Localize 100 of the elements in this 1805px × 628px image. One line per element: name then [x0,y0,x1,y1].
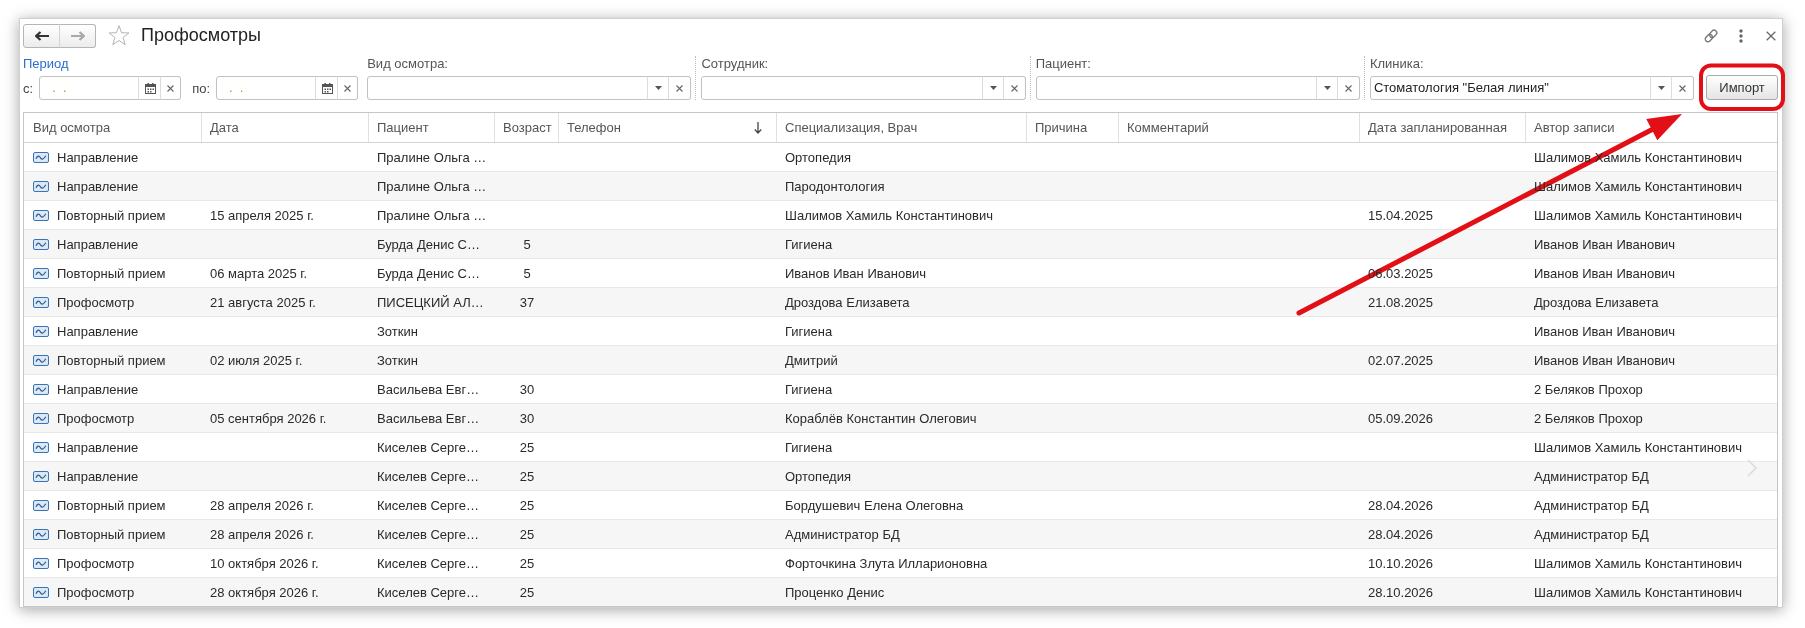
exam-type: Направление [57,439,139,455]
dropdown-button[interactable] [1315,76,1338,100]
patient-name: Киселев Серге… [377,526,479,542]
document-icon [33,325,49,337]
table-row[interactable]: Направление Бурда Денис С… 5 Гигиена Иванов Иван Иванович [24,230,1777,259]
more-icon[interactable] [1739,28,1743,43]
author-name: Иванов Иван Иванович [1534,236,1676,252]
column-header[interactable]: Дата [202,113,369,142]
exam-date: 15 апреля 2025 г. [210,207,314,223]
author-name: Администратор БД [1534,497,1649,513]
exam-type: Профосмотр [57,584,135,600]
planned-date: 28.04.2026 [1368,526,1434,542]
calendar-button[interactable] [138,76,162,100]
column-header[interactable]: Пациент [369,113,495,142]
clear-button[interactable] [1002,76,1026,100]
doctor-name: Проценко Денис [785,584,885,600]
clear-button[interactable] [1671,76,1695,100]
clear-icon [167,84,175,92]
column-header[interactable]: Причина [1027,113,1119,142]
column-header[interactable]: Специализация, Врач [777,113,1027,142]
exam-type: Повторный прием [57,265,166,281]
table-row[interactable]: Повторный прием 28 апреля 2026 г. Киселев Серге… 25 Администратор БД 28.04.2026 Администратор БД [24,520,1777,549]
table-row[interactable]: Повторный прием 02 июля 2025 г. Зоткин Дмитрий 02.07.2025 Иванов Иван Иванович [24,346,1777,375]
column-header[interactable]: Возраст [495,113,559,142]
caret-icon [989,86,997,90]
clear-button[interactable] [1336,76,1360,100]
doctor-name: Кораблёв Константин Олегович [785,410,977,426]
caret-icon [1658,86,1666,90]
doctor-name: Форточкина Злута Илларионовна [785,555,988,571]
patient-age: 25 [519,555,535,571]
import-button[interactable]: Импорт [1706,75,1778,100]
doctor-name: Пародонтология [785,178,885,194]
planned-date: 05.09.2026 [1368,410,1434,426]
document-icon [33,470,49,482]
field-label: Пациент: [1035,56,1091,72]
close-icon[interactable] [1766,30,1776,41]
column-header[interactable]: Дата запланированная [1360,113,1526,142]
field-label: Клиника: [1369,56,1424,72]
document-icon [33,441,49,453]
author-name: Администратор БД [1534,526,1649,542]
period-link[interactable]: Период [23,56,69,72]
dropdown-field[interactable] [701,76,983,100]
chevron-right-icon[interactable] [1747,459,1757,477]
clear-icon [676,84,684,92]
author-name: Администратор БД [1534,468,1649,484]
planned-date: 10.10.2026 [1368,555,1434,571]
dropdown-button[interactable] [981,76,1004,100]
planned-date: 02.07.2025 [1368,352,1434,368]
calendar-button[interactable] [315,76,338,100]
patient-name: Пралине Ольга … [377,178,487,194]
doctor-name: Дроздова Елизавета [785,294,910,310]
exam-type: Направление [57,236,139,252]
planned-date: 28.10.2026 [1368,584,1434,600]
patient-age: 5 [523,236,531,252]
dropdown-field[interactable]: Стоматология "Белая линия" [1369,76,1652,100]
author-name: Шалимов Хамиль Константинович [1534,207,1742,223]
clear-button[interactable] [668,76,692,100]
dropdown-field[interactable] [1035,76,1317,100]
exam-type: Направление [57,323,139,339]
patient-name: Киселев Серге… [377,439,479,455]
column-header[interactable]: Вид осмотра [24,113,202,142]
patient-age: 30 [519,410,535,426]
patient-name: Киселев Серге… [377,584,479,600]
arrow-right-icon [70,30,85,41]
dropdown-button[interactable] [647,76,670,100]
patient-name: Пралине Ольга … [377,207,487,223]
doctor-name: Ортопедия [785,149,851,165]
doctor-name: Бордушевич Елена Олеговна [785,497,964,513]
exam-date: 21 августа 2025 г. [210,294,316,310]
document-icon [33,557,49,569]
back-button[interactable] [23,23,60,48]
doctor-name: Ортопедия [785,468,851,484]
author-name: Иванов Иван Иванович [1534,323,1676,339]
doctor-name: Шалимов Хамиль Константинович [785,207,993,223]
link-icon[interactable] [1703,27,1719,44]
table-row[interactable]: Направление Киселев Серге… 25 Ортопедия Администратор БД [24,462,1777,491]
table-row[interactable]: Профосмотр 28 октября 2026 г. Киселев Серге… 25 Проценко Денис 28.10.2026 Шалимов Хамиль Константинович [24,578,1777,606]
calendar-icon [321,82,333,94]
dropdown-button[interactable] [1650,76,1673,100]
exam-type: Направление [57,468,139,484]
exam-date: 28 апреля 2026 г. [210,526,314,542]
exam-date: 06 марта 2025 г. [210,265,308,281]
document-icon [33,267,49,279]
column-header[interactable]: Автор записи [1526,113,1777,142]
table-row[interactable]: Профосмотр 21 августа 2025 г. ПИСЕЦКИЙ АЛ… 37 Дроздова Елизавета 21.08.2025 Дроздова Елизавета [24,288,1777,317]
dropdown-field[interactable] [367,76,649,100]
exam-type: Профосмотр [57,555,135,571]
patient-age: 30 [519,381,535,397]
arrow-left-icon [34,30,49,41]
exam-type: Направление [57,381,139,397]
star-icon[interactable] [108,25,130,46]
doctor-name: Иванов Иван Иванович [785,265,927,281]
document-icon [33,586,49,598]
doctor-name: Гигиена [785,439,833,455]
clear-icon [344,84,351,92]
column-header[interactable]: Комментарий [1119,113,1360,142]
column-header[interactable]: Телефон [559,113,777,142]
patient-age: 25 [519,584,535,600]
doctor-name: Гигиена [785,236,833,252]
table-row[interactable]: Профосмотр 05 сентября 2026 г. Васильева Евг… 30 Кораблёв Константин Олегович 05.09.2026 2 Беляков Прохор [24,404,1777,433]
